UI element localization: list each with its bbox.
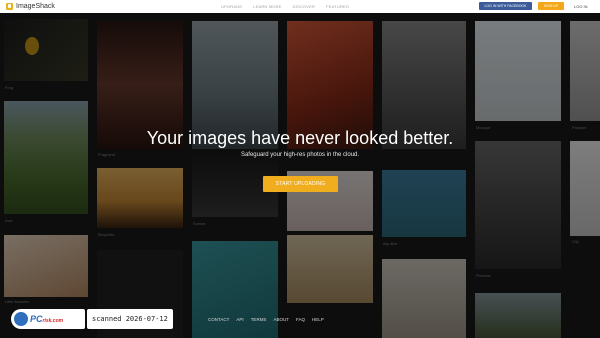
footer-link-faq[interactable]: FAQ [296,317,305,322]
nav-link-discover[interactable]: DISCOVER [293,4,316,9]
footer-link-api[interactable]: API [236,317,243,322]
footer-link-help[interactable]: HELP [312,317,324,322]
logo[interactable]: ImageShack [6,3,55,10]
pcrisk-brand-main: PC [30,314,43,324]
magnifier-icon [14,312,28,326]
nav-link-learn-more[interactable]: LEARN MORE [253,4,281,9]
footer-link-terms[interactable]: TERMS [251,317,267,322]
brand-name: ImageShack [16,3,55,10]
nav-links: UPGRADE LEARN MORE DISCOVER FEATURED [221,4,349,9]
hero-title: Your images have never looked better. [146,128,454,148]
facebook-login-button[interactable]: LOG IN WITH FACEBOOK [479,2,532,10]
pcrisk-logo: PCrisk.com [11,309,85,329]
nav-link-upgrade[interactable]: UPGRADE [221,4,242,9]
pcrisk-watermark: PCrisk.com scanned 2026-07-12 [11,309,173,329]
nav-link-featured[interactable]: FEATURED [326,4,349,9]
pcrisk-brand: PCrisk.com [30,314,63,324]
top-nav: ImageShack UPGRADE LEARN MORE DISCOVER F… [0,0,600,13]
footer-link-about[interactable]: ABOUT [273,317,289,322]
start-uploading-button[interactable]: START UPLOADING [263,176,338,192]
pcrisk-brand-sub: risk.com [42,318,64,324]
imageshack-logo-icon [6,3,13,10]
hero-subtitle: Safeguard your high-res photos in the cl… [240,152,360,158]
signup-button[interactable]: SIGN UP [538,2,564,10]
footer-link-contact[interactable]: CONTACT [208,317,229,322]
scan-date-label: scanned 2026-07-12 [87,309,173,329]
footer-links: CONTACT API TERMS ABOUT FAQ HELP [208,317,324,322]
login-link[interactable]: LOG IN [574,4,588,9]
